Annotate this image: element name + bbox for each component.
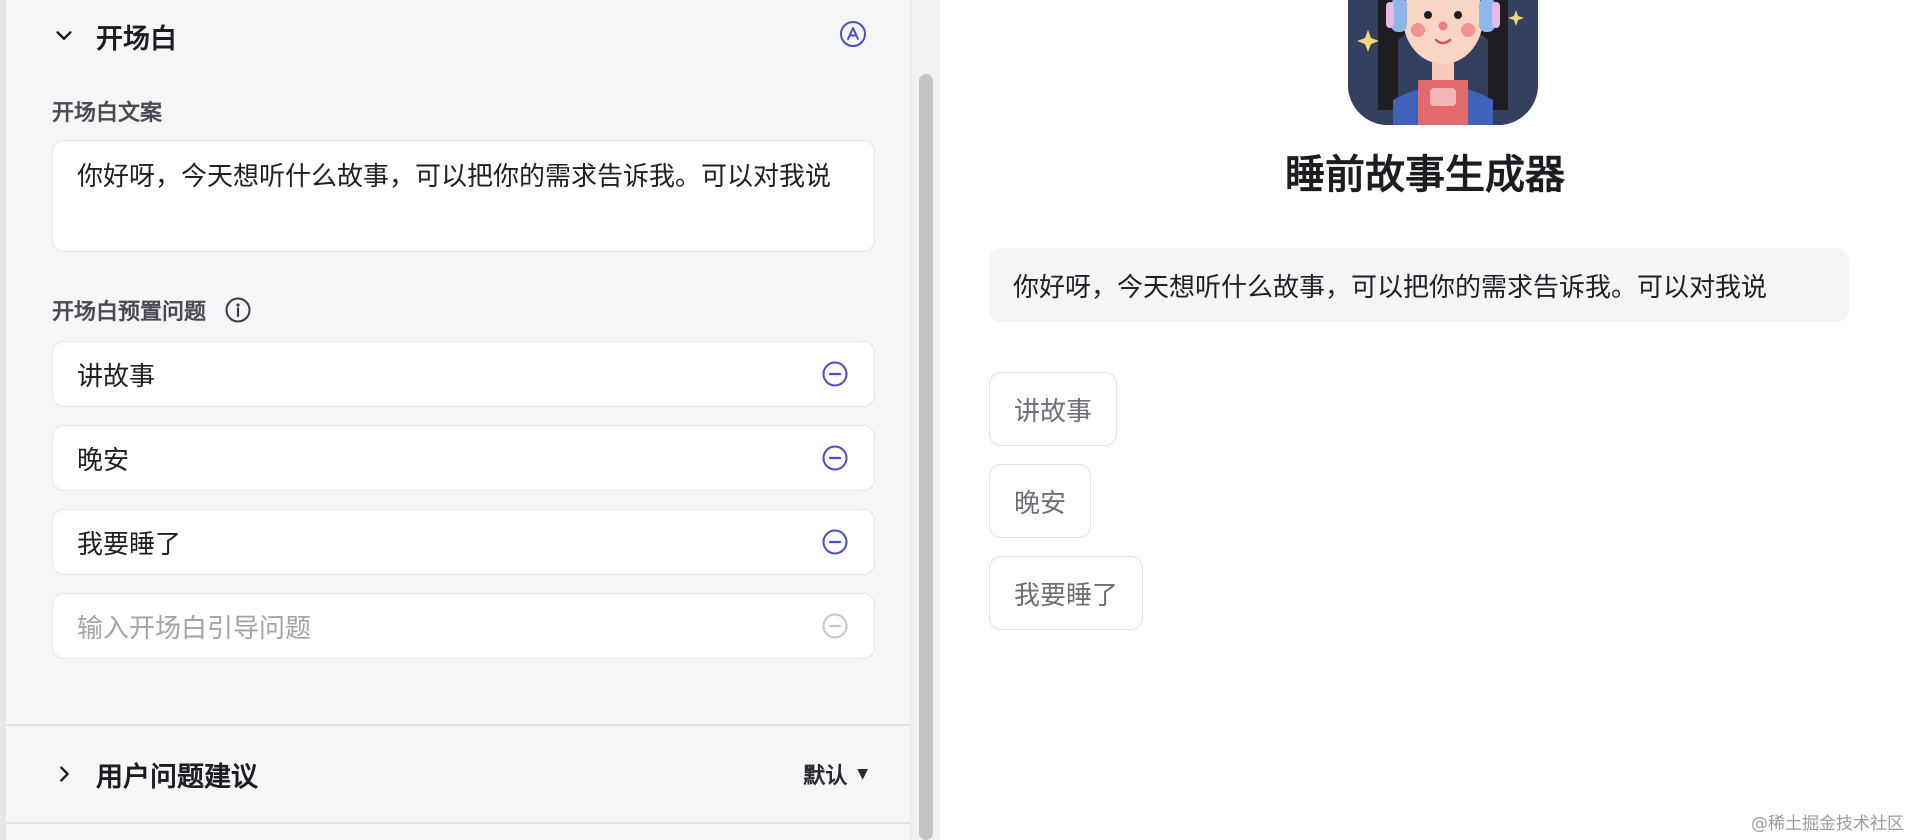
preset-question-text[interactable]: 讲故事 [77, 356, 820, 393]
suggestions-mode-value[interactable]: 默认 [803, 758, 847, 790]
scrollbar-thumb[interactable] [919, 74, 933, 840]
chevron-right-icon[interactable] [48, 758, 80, 790]
suggestions-section-title: 用户问题建议 [96, 761, 258, 793]
scrollbar[interactable] [910, 0, 940, 840]
opening-copy-label: 开场白文案 [52, 101, 163, 126]
minus-circle-icon[interactable] [820, 527, 850, 557]
suggested-question-chip[interactable]: 讲故事 [989, 372, 1118, 446]
preset-question-row[interactable]: 讲故事 [52, 341, 875, 407]
section-divider [6, 724, 910, 726]
preset-questions-label-row: 开场白预置问题 [52, 294, 252, 326]
suggestions-section-header[interactable]: 用户问题建议 默认 ▼ [48, 738, 868, 810]
auto-a-icon[interactable] [838, 19, 868, 53]
caret-down-icon[interactable]: ▼ [857, 766, 868, 782]
bot-avatar [1348, 0, 1538, 125]
minus-circle-icon[interactable] [820, 443, 850, 473]
preset-question-row[interactable]: 我要睡了 [52, 509, 875, 575]
suggested-question-chip[interactable]: 我要睡了 [989, 556, 1144, 630]
preset-question-text[interactable]: 我要睡了 [77, 524, 820, 561]
greeting-message: 你好呀，今天想听什么故事，可以把你的需求告诉我。可以对我说 [989, 248, 1849, 322]
new-question-placeholder[interactable]: 输入开场白引导问题 [77, 608, 820, 645]
minus-circle-icon [820, 611, 850, 641]
opening-copy-textarea[interactable]: 你好呀，今天想听什么故事，可以把你的需求告诉我。可以对我说 [52, 140, 875, 252]
section-divider [6, 822, 910, 824]
new-question-input[interactable]: 输入开场白引导问题 [52, 593, 875, 659]
suggestions-mode-select[interactable]: 默认 ▼ [803, 758, 868, 790]
chevron-down-icon[interactable] [48, 20, 80, 52]
preset-questions-label: 开场白预置问题 [52, 300, 207, 325]
preset-question-row[interactable]: 晚安 [52, 425, 875, 491]
bot-name: 睡前故事生成器 [1285, 152, 1565, 198]
config-panel: 开场白 开场白文案 你好呀，今天想听什么故事，可以把你的需求告诉我。可以对我说 … [0, 0, 910, 840]
info-icon[interactable] [224, 296, 252, 324]
preset-question-text[interactable]: 晚安 [77, 440, 820, 477]
opening-section-header[interactable]: 开场白 [48, 0, 868, 72]
opening-section-title: 开场白 [96, 23, 177, 55]
minus-circle-icon[interactable] [820, 359, 850, 389]
watermark: @稀土掘金技术社区 [1751, 814, 1904, 834]
preview-panel: 睡前故事生成器 你好呀，今天想听什么故事，可以把你的需求告诉我。可以对我说 讲故… [940, 0, 1910, 840]
suggested-question-chip[interactable]: 晚安 [989, 464, 1092, 538]
